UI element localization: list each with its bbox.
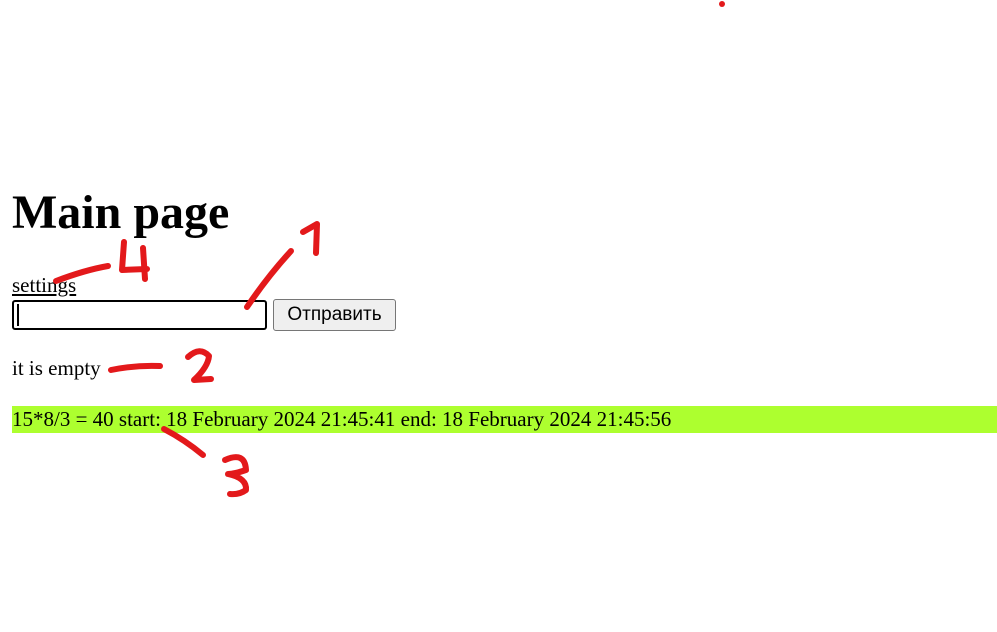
settings-link[interactable]: settings [12, 273, 76, 297]
page-title: Main page [12, 186, 230, 239]
text-cursor [17, 304, 19, 326]
submit-button[interactable]: Отправить [273, 299, 396, 331]
status-message: it is empty [12, 356, 101, 380]
annotation-dot [719, 1, 725, 7]
annotation-number-1 [300, 221, 320, 256]
result-bar: 15*8/3 = 40 start: 18 February 2024 21:4… [12, 406, 997, 433]
annotation-stroke-2 [108, 362, 163, 373]
annotation-number-4 [119, 239, 150, 282]
annotation-number-3 [222, 454, 250, 498]
annotation-number-2 [185, 348, 214, 383]
text-input[interactable] [12, 300, 267, 330]
